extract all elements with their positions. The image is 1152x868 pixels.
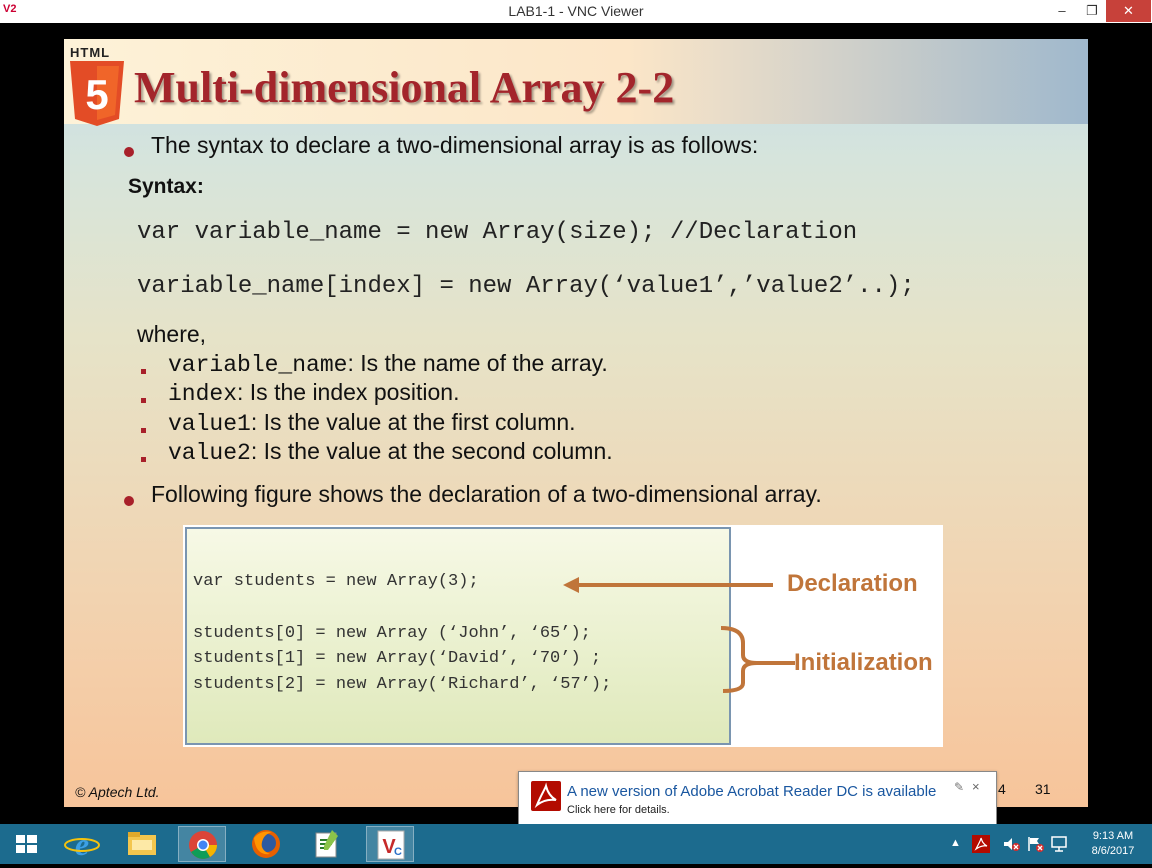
html5-logo-number: 5 — [85, 71, 108, 118]
def-item: value1: Is the value at the first column… — [168, 409, 576, 437]
def-desc: : Is the value at the first column. — [250, 409, 576, 435]
windows-logo-icon — [16, 835, 37, 853]
footer-page-number: 31 — [1035, 781, 1051, 797]
acrobat-pdf-icon — [531, 781, 561, 811]
minimize-button[interactable]: – — [1047, 0, 1077, 22]
system-clock[interactable]: 9:13 AM 8/6/2017 — [1082, 829, 1144, 859]
def-term: value1 — [168, 411, 251, 437]
def-item: value2: Is the value at the second colum… — [168, 438, 613, 466]
windows-taskbar: e VC ▲ 9:13 AM 8/6/2017 — [0, 824, 1152, 864]
sub-bullet — [141, 398, 146, 403]
firefox-icon — [252, 830, 280, 858]
start-button[interactable] — [4, 826, 48, 862]
internet-explorer-taskbar-button[interactable]: e — [58, 826, 106, 862]
sub-bullet — [141, 428, 146, 433]
notepad-plus-taskbar-button[interactable] — [302, 826, 350, 862]
footer-session-number: 4 — [998, 781, 1006, 797]
def-term: value2 — [168, 440, 251, 466]
network-icon[interactable] — [1050, 835, 1068, 853]
def-term: index — [168, 381, 238, 407]
sub-bullet — [141, 369, 146, 374]
vnc-viewer-icon: VC — [377, 830, 405, 860]
show-hidden-icons-button[interactable]: ▲ — [950, 837, 961, 849]
acrobat-update-notification[interactable]: A new version of Adobe Acrobat Reader DC… — [518, 771, 997, 837]
chrome-icon — [189, 831, 217, 859]
settings-wrench-icon[interactable]: ✎ — [954, 780, 964, 794]
notification-close-button[interactable]: × — [972, 779, 980, 794]
html5-logo-label: HTML — [70, 45, 111, 60]
clock-time: 9:13 AM — [1092, 830, 1134, 842]
chrome-taskbar-button[interactable] — [178, 826, 226, 862]
html5-logo: HTML 5 — [70, 45, 124, 126]
def-item: variable_name: Is the name of the array. — [168, 350, 608, 378]
slide-title: Multi-dimensional Array 2-2 — [134, 63, 675, 112]
syntax-label: Syntax: — [128, 175, 204, 198]
declaration-label: Declaration — [787, 570, 918, 597]
array-declaration-figure: var students = new Array(3); students[0]… — [183, 525, 943, 747]
declaration-arrow-head — [563, 577, 579, 593]
svg-text:C: C — [394, 846, 402, 858]
where-label: where, — [137, 321, 207, 347]
action-center-flag-icon[interactable] — [1026, 835, 1044, 853]
initialization-brace — [720, 626, 758, 693]
internet-explorer-icon: e — [64, 826, 100, 862]
window-title: LAB1-1 - VNC Viewer — [508, 3, 644, 19]
notification-heading[interactable]: A new version of Adobe Acrobat Reader DC… — [567, 783, 936, 800]
def-desc: : Is the index position. — [237, 379, 460, 405]
presentation-slide: HTML 5 Multi-dimensional Array 2-2 The s… — [64, 39, 1088, 807]
clock-date: 8/6/2017 — [1091, 845, 1135, 857]
bullet-text-syntax: The syntax to declare a two-dimensional … — [151, 132, 759, 158]
bullet-dot — [124, 147, 134, 157]
svg-text:e: e — [75, 826, 89, 862]
def-item: index: Is the index position. — [168, 379, 459, 407]
file-explorer-taskbar-button[interactable] — [118, 826, 166, 862]
bullet-text-figure: Following figure shows the declaration o… — [151, 481, 822, 507]
footer-copyright: © Aptech Ltd. — [75, 784, 160, 800]
file-explorer-icon — [128, 832, 156, 855]
restore-button[interactable]: ❐ — [1077, 0, 1107, 22]
close-button[interactable]: ✕ — [1106, 0, 1151, 22]
def-term: variable_name — [168, 352, 348, 378]
bullet-dot — [124, 496, 134, 506]
acrobat-tray-icon[interactable] — [972, 835, 990, 853]
window-title-bar: V2 LAB1-1 - VNC Viewer – ❐ ✕ — [0, 0, 1152, 23]
vnc-viewer-taskbar-button[interactable]: VC — [366, 826, 414, 862]
volume-muted-icon[interactable] — [1002, 835, 1020, 853]
initialization-label: Initialization — [794, 649, 933, 676]
code-line-declaration: var variable_name = new Array(size); //D… — [137, 219, 858, 246]
def-desc: : Is the name of the array. — [347, 350, 608, 376]
annotation-arrows — [563, 577, 795, 693]
sub-bullet — [141, 457, 146, 462]
def-desc: : Is the value at the second column. — [250, 438, 613, 464]
code-line-initialization: variable_name[index] = new Array(‘value1… — [137, 273, 915, 300]
notification-subtext[interactable]: Click here for details. — [567, 804, 670, 816]
firefox-taskbar-button[interactable] — [242, 826, 290, 862]
html5-shield-icon: 5 — [70, 61, 124, 126]
notepad-plus-icon — [315, 830, 338, 858]
